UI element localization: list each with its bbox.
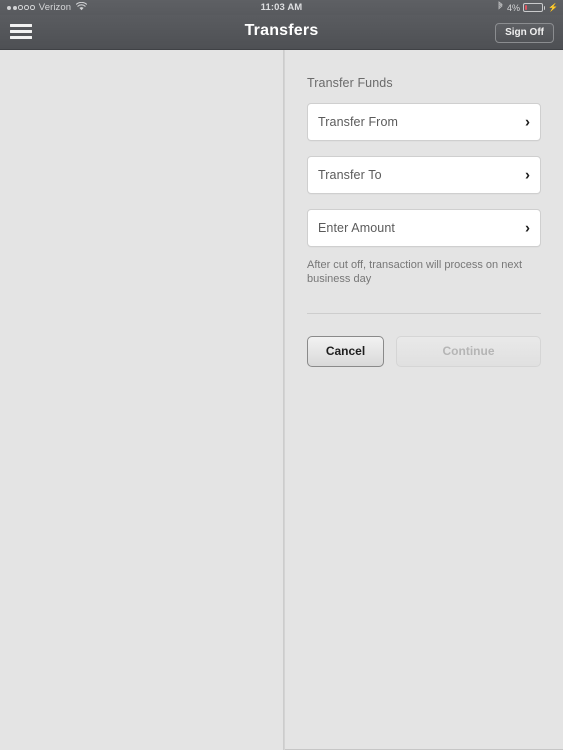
- enter-amount-field[interactable]: Enter Amount ›: [307, 209, 541, 247]
- chevron-right-icon: ›: [525, 166, 530, 184]
- transfer-form: Transfer Funds Transfer From › Transfer …: [285, 50, 563, 367]
- left-empty-pane: [0, 50, 283, 750]
- enter-amount-label: Enter Amount: [318, 221, 395, 235]
- cutoff-note: After cut off, transaction will process …: [307, 259, 523, 285]
- form-actions: Cancel Continue: [307, 335, 541, 367]
- transfer-to-label: Transfer To: [318, 168, 382, 182]
- chevron-right-icon: ›: [525, 219, 530, 237]
- cancel-button[interactable]: Cancel: [307, 335, 384, 367]
- transfer-to-field[interactable]: Transfer To ›: [307, 156, 541, 194]
- app-screen: Verizon 11:03 AM 4% ⚡ Transfers Sign Off…: [0, 0, 563, 750]
- battery-percent-label: 4%: [507, 2, 521, 13]
- form-separator: [307, 312, 541, 314]
- status-bar-clock: 11:03 AM: [260, 2, 303, 13]
- transfer-panel: Transfer Funds Transfer From › Transfer …: [285, 50, 563, 750]
- navigation-bar: Transfers Sign Off: [0, 15, 563, 50]
- lightning-bolt-icon: ⚡: [548, 3, 558, 12]
- transfer-from-field[interactable]: Transfer From ›: [307, 103, 541, 141]
- ios-status-bar: Verizon 11:03 AM 4% ⚡: [0, 0, 563, 15]
- section-title: Transfer Funds: [307, 76, 393, 90]
- page-title: Transfers: [244, 22, 319, 39]
- sign-off-button[interactable]: Sign Off: [495, 23, 554, 43]
- chevron-right-icon: ›: [525, 113, 530, 131]
- transfer-from-label: Transfer From: [318, 115, 399, 129]
- status-bar-right: 4% ⚡: [497, 1, 558, 14]
- bluetooth-icon: [497, 1, 504, 14]
- continue-button[interactable]: Continue: [396, 335, 541, 367]
- battery-icon: [523, 3, 546, 12]
- content-area: Transfer Funds Transfer From › Transfer …: [0, 50, 563, 750]
